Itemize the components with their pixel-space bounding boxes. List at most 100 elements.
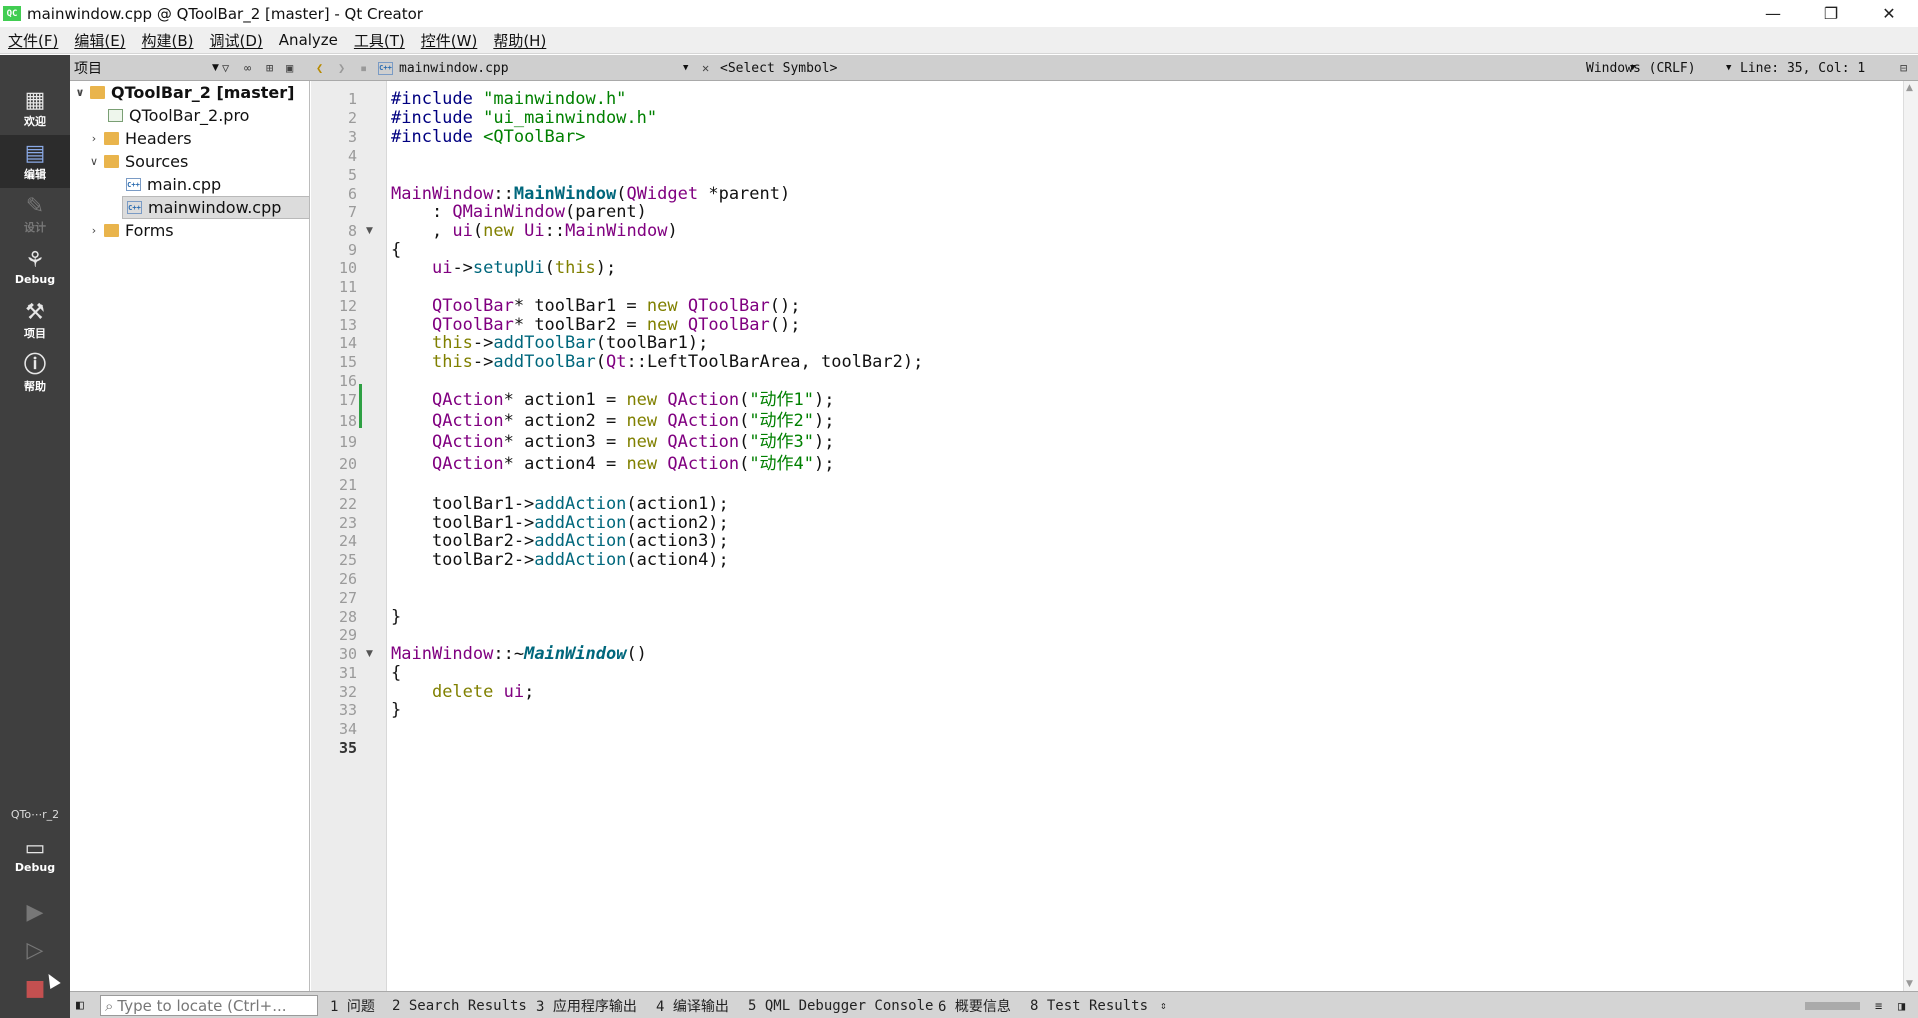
menu-help[interactable]: 帮助(H)	[485, 30, 554, 51]
mode-design[interactable]: ✎ 设计	[0, 188, 70, 241]
split-editor-icon[interactable]: ⊟	[1900, 55, 1907, 81]
tree-item-pro[interactable]: QToolBar_2.pro	[70, 104, 310, 127]
fold-arrow-icon[interactable]: ▼	[366, 649, 373, 659]
toggle-right-sidebar-icon[interactable]: ◨	[1898, 992, 1905, 1018]
build-icon[interactable]: ■	[0, 969, 70, 1007]
mode-welcome[interactable]: ▦ 欢迎	[0, 82, 70, 135]
menu-analyze[interactable]: Analyze	[271, 31, 346, 49]
code-token: #include	[391, 127, 473, 147]
mode-edit[interactable]: ▤ 编辑	[0, 135, 70, 188]
code-line[interactable]: QAction* action2 = new QAction("动作2");	[391, 411, 1891, 431]
details-icon[interactable]: ≡	[1875, 992, 1882, 1018]
toggle-sidebar-icon[interactable]: ◧	[76, 998, 84, 1013]
tab-application-output[interactable]: 3 应用程序输出	[536, 992, 637, 1018]
tab-qml-debugger-console[interactable]: 5 QML Debugger Console	[748, 992, 933, 1018]
scroll-up-icon[interactable]: ▲	[1906, 83, 1913, 93]
menu-window[interactable]: 控件(W)	[413, 30, 486, 51]
code-line[interactable]: delete ui;	[391, 682, 1891, 702]
code-line[interactable]: }	[391, 700, 1891, 720]
code-line[interactable]: toolBar1->addAction(action2);	[391, 513, 1891, 533]
split-icon[interactable]: ⊞	[266, 55, 273, 81]
code-line[interactable]: toolBar2->addAction(action4);	[391, 550, 1891, 570]
cursor-position[interactable]: Line: 35, Col: 1	[1740, 55, 1865, 81]
code-line[interactable]: #include "ui_mainwindow.h"	[391, 108, 1891, 128]
kit-selector[interactable]: ▭ Debug	[0, 825, 70, 885]
mode-help[interactable]: ⓘ 帮助	[0, 347, 70, 400]
code-token: :	[391, 202, 453, 222]
code-line[interactable]: QAction* action3 = new QAction("动作3");	[391, 432, 1891, 452]
mode-debug[interactable]: ⚘ Debug	[0, 241, 70, 294]
tree-item-forms[interactable]: › Forms	[70, 219, 310, 242]
tab-search-results[interactable]: 2 Search Results	[392, 992, 527, 1018]
menu-file[interactable]: 文件(F)	[0, 30, 66, 51]
code-line[interactable]: QToolBar* toolBar1 = new QToolBar();	[391, 296, 1891, 316]
menu-tools[interactable]: 工具(T)	[346, 30, 413, 51]
code-token: * toolBar1 =	[513, 296, 647, 316]
code-line[interactable]: #include <QToolBar>	[391, 127, 1891, 147]
more-tabs-icon[interactable]: ⇕	[1160, 992, 1167, 1018]
code-line[interactable]: toolBar2->addAction(action3);	[391, 531, 1891, 551]
close-pane-icon[interactable]: ▣	[286, 55, 293, 81]
tab-compile-output[interactable]: 4 编译输出	[656, 992, 729, 1018]
expand-arrow-icon[interactable]: ›	[88, 132, 100, 145]
code-line[interactable]: toolBar1->addAction(action1);	[391, 494, 1891, 514]
minimize-icon[interactable]: —	[1744, 0, 1802, 27]
scroll-down-icon[interactable]: ▼	[1906, 979, 1913, 989]
code-line[interactable]: this->addToolBar(Qt::LeftToolBarArea, to…	[391, 352, 1891, 372]
lock-icon[interactable]: ▪	[360, 55, 367, 81]
menu-debug[interactable]: 调试(D)	[202, 30, 271, 51]
code-line[interactable]: ui->setupUi(this);	[391, 258, 1891, 278]
collapse-arrow-icon[interactable]: ∨	[74, 86, 86, 99]
code-line[interactable]: QAction* action1 = new QAction("动作1");	[391, 390, 1891, 410]
tree-item-main-cpp[interactable]: C++ main.cpp	[70, 173, 310, 196]
code-line[interactable]: {	[391, 240, 1891, 260]
forward-icon[interactable]: ❯	[338, 55, 345, 81]
tree-item-mainwindow-cpp[interactable]: C++ mainwindow.cpp	[122, 196, 310, 219]
link-icon[interactable]: ∞	[244, 55, 251, 81]
code-line[interactable]: , ui(new Ui::MainWindow)	[391, 221, 1891, 241]
open-documents-selector[interactable]: C++ mainwindow.cpp ▼	[378, 55, 698, 81]
symbol-selector[interactable]: <Select Symbol> ▼	[720, 55, 1640, 81]
menu-build[interactable]: 构建(B)	[134, 30, 202, 51]
back-icon[interactable]: ❮	[316, 55, 323, 81]
code-line[interactable]: #include "mainwindow.h"	[391, 89, 1891, 109]
menu-edit[interactable]: 编辑(E)	[66, 30, 133, 51]
code-line[interactable]: QAction* action4 = new QAction("动作4");	[391, 454, 1891, 474]
tab-issues[interactable]: 1 问题	[330, 992, 375, 1018]
close-icon[interactable]: ✕	[1860, 0, 1918, 27]
tree-root-project[interactable]: ∨ QToolBar_2 [master]	[70, 81, 310, 104]
tree-item-sources[interactable]: ∨ Sources	[70, 150, 310, 173]
tab-test-results[interactable]: 8 Test Results	[1030, 992, 1148, 1018]
code-editor[interactable]: 1 2 3 4 5 6 7 8 ▼ 9 10 11 12 13 14 15 16 17 18 19 20 21 22 23 24…	[311, 81, 1903, 991]
tree-item-headers[interactable]: › Headers	[70, 127, 310, 150]
code-line[interactable]: this->addToolBar(toolBar1);	[391, 333, 1891, 353]
code-line[interactable]: MainWindow::MainWindow(QWidget *parent)	[391, 184, 1891, 204]
tab-general-messages[interactable]: 6 概要信息	[938, 992, 1011, 1018]
folder-icon	[104, 155, 119, 168]
run-icon[interactable]: ▶	[0, 893, 70, 931]
close-document-icon[interactable]: ✕	[702, 55, 709, 81]
fold-arrow-icon[interactable]: ▼	[366, 226, 373, 236]
code-line[interactable]: QToolBar* toolBar2 = new QToolBar();	[391, 315, 1891, 335]
expand-arrow-icon[interactable]: ›	[88, 224, 100, 237]
code-line[interactable]: {	[391, 663, 1891, 683]
code-line[interactable]: : QMainWindow(parent)	[391, 202, 1891, 222]
code-token: QAction	[667, 454, 740, 474]
code-line[interactable]: }	[391, 607, 1891, 627]
project-view-selector[interactable]: 项目 ▼	[74, 55, 219, 81]
editor-scrollbar[interactable]: ▲ ▼	[1903, 81, 1918, 991]
mode-projects[interactable]: ⚒ 项目	[0, 294, 70, 347]
debug-run-icon[interactable]: ▷	[0, 931, 70, 969]
locator-input[interactable]: ⌕ Type to locate (Ctrl+...	[100, 995, 318, 1016]
line-number: 25	[338, 551, 357, 569]
restore-icon[interactable]: ❐	[1802, 0, 1860, 27]
collapse-arrow-icon[interactable]: ∨	[88, 155, 100, 168]
line-number: 17	[338, 391, 357, 409]
search-icon: ⌕	[105, 996, 114, 1015]
code-token: * action2 =	[503, 411, 627, 431]
code-token: (toolBar1);	[595, 333, 709, 353]
filter-icon[interactable]: ▽	[222, 55, 229, 81]
code-line[interactable]: MainWindow::~MainWindow()	[391, 644, 1891, 664]
